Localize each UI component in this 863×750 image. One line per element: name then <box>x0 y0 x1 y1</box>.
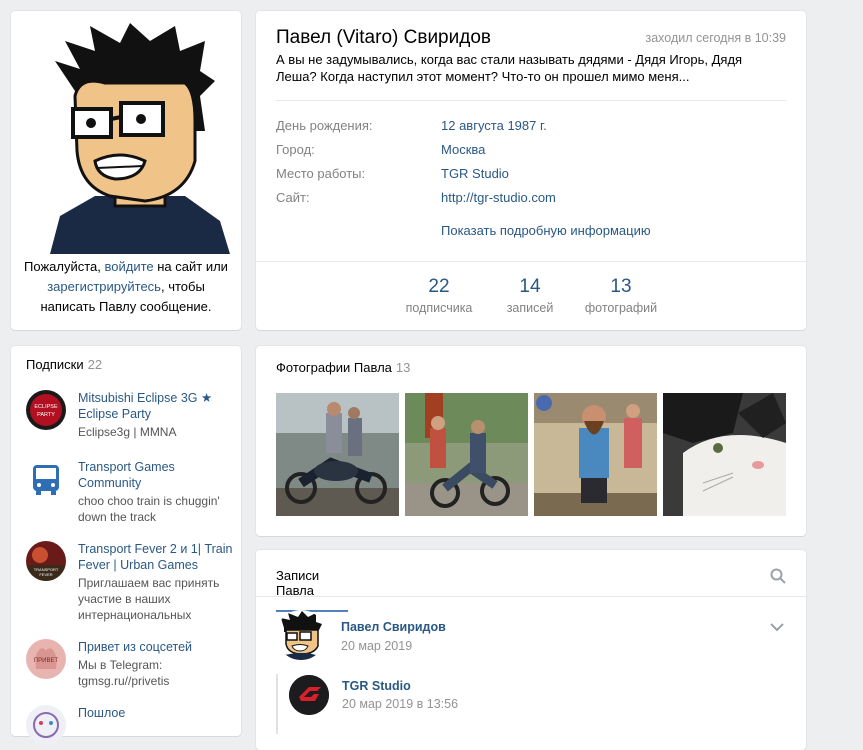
bikers-photo-1[interactable] <box>276 393 399 516</box>
subscriptions-header[interactable]: Подписки 22 <box>26 357 102 372</box>
counter-number: 14 <box>519 276 541 297</box>
repost-author-link[interactable]: TGR Studio <box>342 679 411 693</box>
photos-title: Фотографии Павла <box>276 360 392 375</box>
bikers-photo-2[interactable] <box>405 393 528 516</box>
subscriptions-card: Подписки 22 ECLIPSE PARTY Mitsubishi Eclip… <box>11 346 241 745</box>
profile-name: Павел (Vitaro) Свиридов <box>276 27 491 48</box>
profile-avatar[interactable] <box>35 21 235 254</box>
subscription-title[interactable]: Transport Games Community <box>78 459 236 491</box>
subscription-desc: choo choo train is chuggin' down the tra… <box>78 494 220 524</box>
post-author-avatar[interactable] <box>276 610 326 660</box>
photos-header[interactable]: Фотографии Павла 13 <box>276 360 410 375</box>
photos-count: 13 <box>395 360 411 375</box>
subscription-title[interactable]: Transport Fever 2 и 1| Train Fever | Urb… <box>78 541 236 573</box>
photos-card: Фотографии Павла 13 <box>256 346 806 536</box>
counter-label: записей <box>506 301 554 315</box>
post-date[interactable]: 20 мар 2019 <box>341 639 412 653</box>
subscription-text: Mitsubishi Eclipse 3G ★ Eclipse Party Ec… <box>78 390 236 440</box>
privet-logo-text: ПРИВЕТ <box>34 658 59 664</box>
subscription-desc: Eclipse3g | MMNA <box>78 425 177 439</box>
counter-posts[interactable]: 14 записей <box>485 275 575 315</box>
divider <box>276 100 786 101</box>
register-link[interactable]: зарегистрируйтесь <box>47 279 161 294</box>
eclipse-party-logo-icon: ECLIPSE PARTY <box>26 390 66 430</box>
wall-card: Записи Павла Павел Свиридов 20 мар 2019 … <box>256 550 806 750</box>
eclipse-logo-text: ECLIPSE <box>34 404 58 410</box>
subscription-desc: Приглашаем вас принять участие в наших и… <box>78 576 220 622</box>
avatar-card: Пожалуйста, войдите на сайт или зарегист… <box>11 11 241 330</box>
divider <box>256 261 806 262</box>
repost-author-avatar[interactable] <box>289 675 329 715</box>
city-link[interactable]: Москва <box>441 140 485 160</box>
subscription-text: Привет из соцсетей Мы в Telegram: tgmsg.… <box>78 639 236 689</box>
subscription-title[interactable]: Mitsubishi Eclipse 3G ★ Eclipse Party <box>78 390 236 422</box>
privet-logo-icon: ПРИВЕТ <box>26 639 66 679</box>
counter-label: подписчика <box>405 301 473 315</box>
transport-fever-logo-icon: TRANSPORT FEVER <box>26 541 66 581</box>
info-label: День рождения: <box>276 118 373 133</box>
info-label: Сайт: <box>276 190 310 205</box>
counter-number: 13 <box>610 276 632 297</box>
info-label: Город: <box>276 142 315 157</box>
profile-info-card: Павел (Vitaro) Свиридов заходил сегодня … <box>256 11 806 330</box>
poshloe-logo-icon <box>26 705 66 745</box>
subscriptions-count: 22 <box>87 357 103 372</box>
eclipse-logo-text2: PARTY <box>37 412 55 418</box>
counter-number: 22 <box>428 276 450 297</box>
birthday-link[interactable]: 12 августа 1987 г. <box>441 116 547 136</box>
subscription-text: Transport Fever 2 и 1| Train Fever | Urb… <box>78 541 236 623</box>
login-prompt: Пожалуйста, войдите на сайт или зарегист… <box>21 257 231 317</box>
tf-logo-text2: FEVER <box>39 572 52 577</box>
tab-wall-posts[interactable]: Записи Павла <box>276 568 348 612</box>
subscription-text: Пошлое <box>78 705 236 721</box>
counter-photos[interactable]: 13 фотографий <box>576 275 666 315</box>
chevron-down-icon[interactable] <box>770 622 784 632</box>
subscription-title[interactable]: Привет из соцсетей <box>78 639 236 655</box>
subscription-desc: Мы в Telegram: tgmsg.ru//privetis <box>78 658 170 688</box>
last-seen-status: заходил сегодня в 10:39 <box>645 31 786 45</box>
divider <box>256 596 806 597</box>
post-author-link[interactable]: Павел Свиридов <box>341 620 446 634</box>
profile-status: А вы не задумывались, когда вас стали на… <box>276 52 743 84</box>
cat-photo[interactable] <box>663 393 786 516</box>
search-icon[interactable] <box>770 568 786 584</box>
repost-date[interactable]: 20 мар 2019 в 13:56 <box>342 697 458 711</box>
show-more-info-link[interactable]: Показать подробную информацию <box>441 223 651 238</box>
subscription-title[interactable]: Пошлое <box>78 705 236 721</box>
bearded-man-photo[interactable] <box>534 393 657 516</box>
subscription-text: Transport Games Community choo choo trai… <box>78 459 236 525</box>
repost-bar <box>276 674 278 734</box>
login-middle: на сайт или <box>153 259 228 274</box>
site-link[interactable]: http://tgr-studio.com <box>441 188 556 208</box>
login-link[interactable]: войдите <box>105 259 154 274</box>
counter-followers[interactable]: 22 подписчика <box>394 275 484 315</box>
login-prefix: Пожалуйста, <box>24 259 105 274</box>
subscriptions-title: Подписки <box>26 357 84 372</box>
counter-label: фотографий <box>584 301 658 315</box>
work-link[interactable]: TGR Studio <box>441 164 509 184</box>
bus-icon <box>26 459 66 499</box>
info-label: Место работы: <box>276 166 366 181</box>
